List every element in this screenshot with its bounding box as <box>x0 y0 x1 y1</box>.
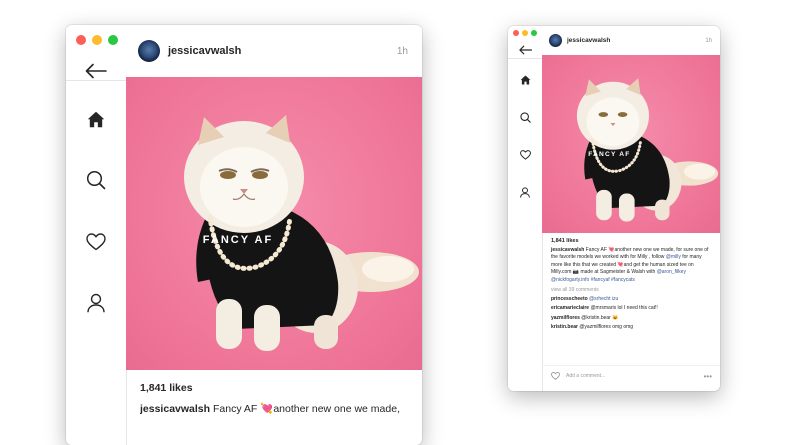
caption-username[interactable]: jessicavwalsh <box>140 403 210 415</box>
heart-icon[interactable] <box>551 372 560 380</box>
more-options-icon[interactable]: ••• <box>704 372 712 381</box>
search-icon[interactable] <box>84 168 108 192</box>
close-window-button[interactable] <box>76 35 86 45</box>
window-controls <box>76 35 124 45</box>
sidebar <box>508 26 543 391</box>
sidebar-divider <box>66 80 126 81</box>
likes-count[interactable]: 1,841 likes <box>551 238 714 244</box>
profile-icon[interactable] <box>517 185 533 199</box>
caption-text: jessicavwalsh Fancy AF 💘another new one … <box>551 247 714 284</box>
post-caption-area: 1,841 likes jessicavwalsh Fancy AF 💘anot… <box>126 370 422 416</box>
post-header: jessicavwalsh 1h <box>542 26 720 56</box>
zoom-window-button[interactable] <box>531 30 537 36</box>
post-photo[interactable]: FANCY AF <box>126 77 422 370</box>
caption-snippet: Fancy AF 💘another new one we made, <box>212 403 400 415</box>
cat-photo-illustration: FANCY AF <box>184 115 419 351</box>
minimize-window-button[interactable] <box>522 30 528 36</box>
back-arrow-icon[interactable] <box>517 44 533 56</box>
search-icon[interactable] <box>517 110 533 124</box>
comment-text: @srhecht izu <box>589 296 619 303</box>
window-controls <box>513 30 540 36</box>
comment-item: kristin.bear @yazmilflores omg omg <box>551 324 714 330</box>
comment-username[interactable]: kristin.bear <box>551 324 578 330</box>
post-username[interactable]: jessicavwalsh <box>168 45 397 57</box>
caption-text: jessicavwalsh Fancy AF 💘another new one … <box>140 402 408 416</box>
post-header: jessicavwalsh 1h <box>126 25 422 78</box>
likes-count[interactable]: 1,841 likes <box>140 382 408 394</box>
sidebar-divider <box>508 58 542 59</box>
add-comment-input[interactable]: Add a comment... <box>566 373 704 379</box>
avatar[interactable] <box>138 40 160 62</box>
close-window-button[interactable] <box>513 30 519 36</box>
zoom-window-button[interactable] <box>108 35 118 45</box>
post-caption-area: 1,841 likes jessicavwalsh Fancy AF 💘anot… <box>542 233 720 330</box>
caption-hashtag[interactable]: #fancycats <box>611 277 635 283</box>
avatar[interactable] <box>549 34 562 47</box>
caption-hashtag[interactable]: #fancyaf <box>591 277 610 283</box>
back-arrow-icon[interactable] <box>83 60 109 82</box>
view-all-comments-link[interactable]: view all 39 comments <box>551 287 714 293</box>
comment-item: princesscheeto @srhecht izu <box>551 296 714 302</box>
heart-icon[interactable] <box>84 230 108 254</box>
post-photo[interactable]: FANCY AF <box>542 55 720 233</box>
comment-text: @kristin.bear 😺 <box>581 314 619 321</box>
shirt-text: FANCY AF <box>203 234 273 246</box>
shirt-text: FANCY AF <box>588 151 630 158</box>
home-icon[interactable] <box>517 73 533 87</box>
sidebar <box>66 25 127 445</box>
large-app-window: jessicavwalsh 1h FANCY AF 1,841 likes je… <box>66 25 422 445</box>
home-icon[interactable] <box>84 107 108 131</box>
post-timestamp: 1h <box>705 37 712 44</box>
caption-part: Fancy AF <box>584 247 609 253</box>
small-app-window: jessicavwalsh 1h FANCY AF 1,841 likes je… <box>508 26 720 391</box>
comment-text: @mrsmaris lol I need this cat!! <box>590 305 658 312</box>
cat-photo-illustration: FANCY AF <box>576 78 719 222</box>
heart-icon[interactable] <box>517 148 533 162</box>
comment-username[interactable]: ericamarieclaire <box>551 305 589 311</box>
comment-text: @yazmilflores omg omg <box>579 323 634 330</box>
comment-username[interactable]: yazmilflores <box>551 315 580 321</box>
caption-mention[interactable]: @aron_filkey <box>657 269 686 275</box>
add-comment-bar: Add a comment... ••• <box>542 365 720 386</box>
caption-username[interactable]: jessicavwalsh <box>551 247 584 253</box>
comment-item: yazmilflores @kristin.bear 😺 <box>551 315 714 321</box>
caption-mention[interactable]: @nickfogarty.info <box>551 277 589 283</box>
minimize-window-button[interactable] <box>92 35 102 45</box>
caption-mention[interactable]: @milly <box>666 254 681 260</box>
comment-username[interactable]: princesscheeto <box>551 296 588 302</box>
post-timestamp: 1h <box>396 45 408 57</box>
profile-icon[interactable] <box>84 291 108 315</box>
post-username[interactable]: jessicavwalsh <box>567 37 705 44</box>
comment-item: ericamarieclaire @mrsmaris lol I need th… <box>551 305 714 311</box>
